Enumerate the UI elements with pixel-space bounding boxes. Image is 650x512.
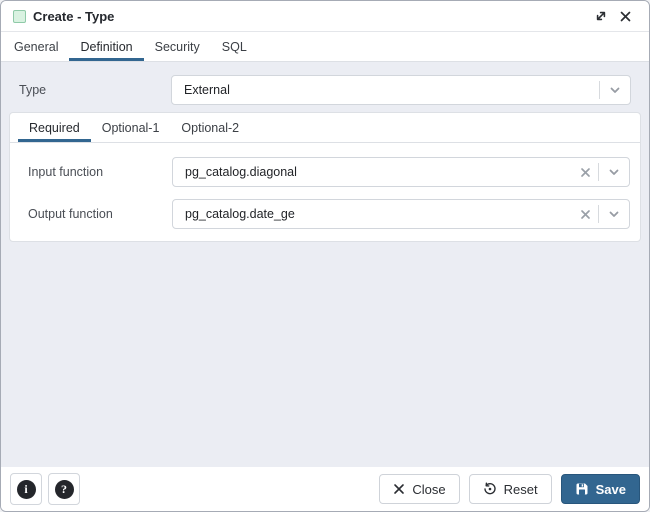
chevron-down-icon[interactable] — [600, 76, 630, 104]
clear-icon[interactable] — [572, 158, 598, 186]
definition-panel: Required Optional-1 Optional-2 Input fun… — [9, 112, 641, 242]
subtab-required[interactable]: Required — [18, 113, 91, 142]
create-type-dialog: Create - Type General Definition Securit… — [0, 0, 650, 512]
save-button-label: Save — [596, 482, 626, 497]
main-tabbar: General Definition Security SQL — [1, 32, 649, 62]
save-floppy-icon — [575, 482, 589, 496]
required-tab-content: Input function pg_catalog.diagonal — [10, 143, 640, 241]
help-icon: ? — [55, 480, 74, 499]
type-select[interactable]: External — [171, 75, 631, 105]
tab-security[interactable]: Security — [144, 32, 211, 61]
close-button-label: Close — [412, 482, 445, 497]
close-icon[interactable] — [613, 4, 637, 28]
close-x-icon — [393, 483, 405, 495]
info-button[interactable]: i — [10, 473, 42, 505]
reset-icon — [483, 482, 497, 496]
reset-button[interactable]: Reset — [469, 474, 552, 504]
dialog-title: Create - Type — [33, 9, 114, 24]
output-function-label: Output function — [20, 207, 172, 221]
input-function-combobox[interactable]: pg_catalog.diagonal — [172, 157, 630, 187]
output-function-value: pg_catalog.date_ge — [185, 207, 295, 221]
output-function-combobox[interactable]: pg_catalog.date_ge — [172, 199, 630, 229]
tab-sql[interactable]: SQL — [211, 32, 258, 61]
type-select-value: External — [184, 83, 230, 97]
definition-subtabbar: Required Optional-1 Optional-2 — [10, 113, 640, 143]
subtab-optional-2[interactable]: Optional-2 — [170, 113, 250, 142]
type-label: Type — [19, 83, 171, 97]
type-node-icon — [13, 10, 26, 23]
dialog-titlebar: Create - Type — [1, 1, 649, 32]
chevron-down-icon[interactable] — [599, 200, 629, 228]
dialog-footer: i ? Close Reset — [1, 467, 649, 511]
dialog-body: Type External Required Optional-1 Option… — [1, 62, 649, 467]
type-row: Type External — [19, 75, 631, 105]
output-function-row: Output function pg_catalog.date_ge — [20, 199, 630, 229]
help-button[interactable]: ? — [48, 473, 80, 505]
tab-definition[interactable]: Definition — [69, 32, 143, 61]
save-button[interactable]: Save — [561, 474, 640, 504]
input-function-row: Input function pg_catalog.diagonal — [20, 157, 630, 187]
subtab-optional-1[interactable]: Optional-1 — [91, 113, 171, 142]
close-button[interactable]: Close — [379, 474, 459, 504]
input-function-value: pg_catalog.diagonal — [185, 165, 297, 179]
maximize-icon[interactable] — [589, 4, 613, 28]
input-function-label: Input function — [20, 165, 172, 179]
reset-button-label: Reset — [504, 482, 538, 497]
clear-icon[interactable] — [572, 200, 598, 228]
chevron-down-icon[interactable] — [599, 158, 629, 186]
tab-general[interactable]: General — [3, 32, 69, 61]
info-icon: i — [17, 480, 36, 499]
